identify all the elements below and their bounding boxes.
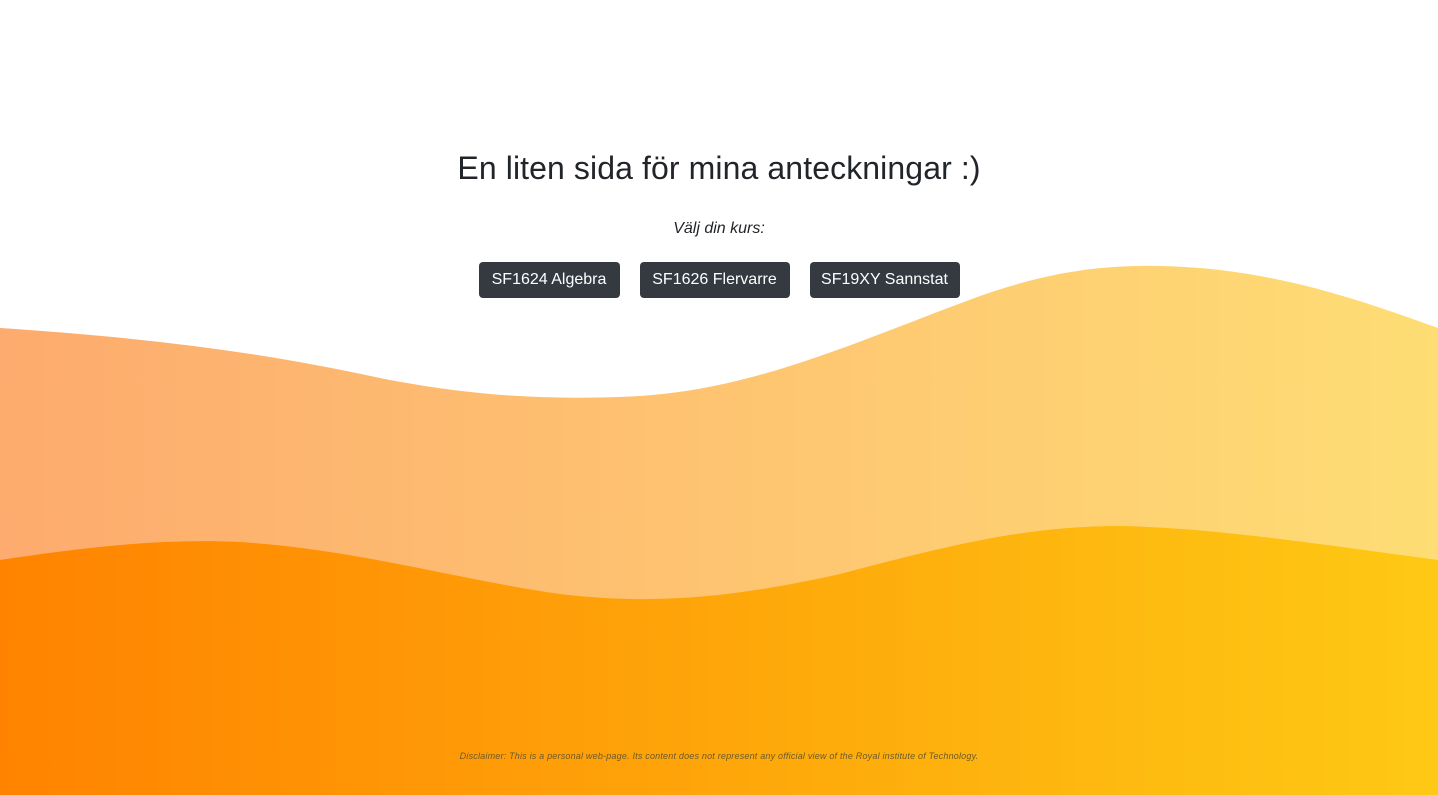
course-button-group: SF1624 Algebra SF1626 Flervarre SF19XY S…: [0, 262, 1438, 298]
course-button-sf19xy-sannstat[interactable]: SF19XY Sannstat: [809, 262, 960, 298]
disclaimer-text: Disclaimer: This is a personal web-page.…: [459, 751, 979, 761]
page: En liten sida för mina anteckningar :) V…: [0, 0, 1438, 795]
course-prompt: Välj din kurs:: [673, 220, 765, 237]
course-button-sf1626-flervarre[interactable]: SF1626 Flervarre: [639, 262, 790, 298]
course-button-sf1624-algebra[interactable]: SF1624 Algebra: [478, 262, 620, 298]
page-title: En liten sida för mina anteckningar :): [457, 150, 981, 186]
background-waves: [0, 265, 1438, 795]
